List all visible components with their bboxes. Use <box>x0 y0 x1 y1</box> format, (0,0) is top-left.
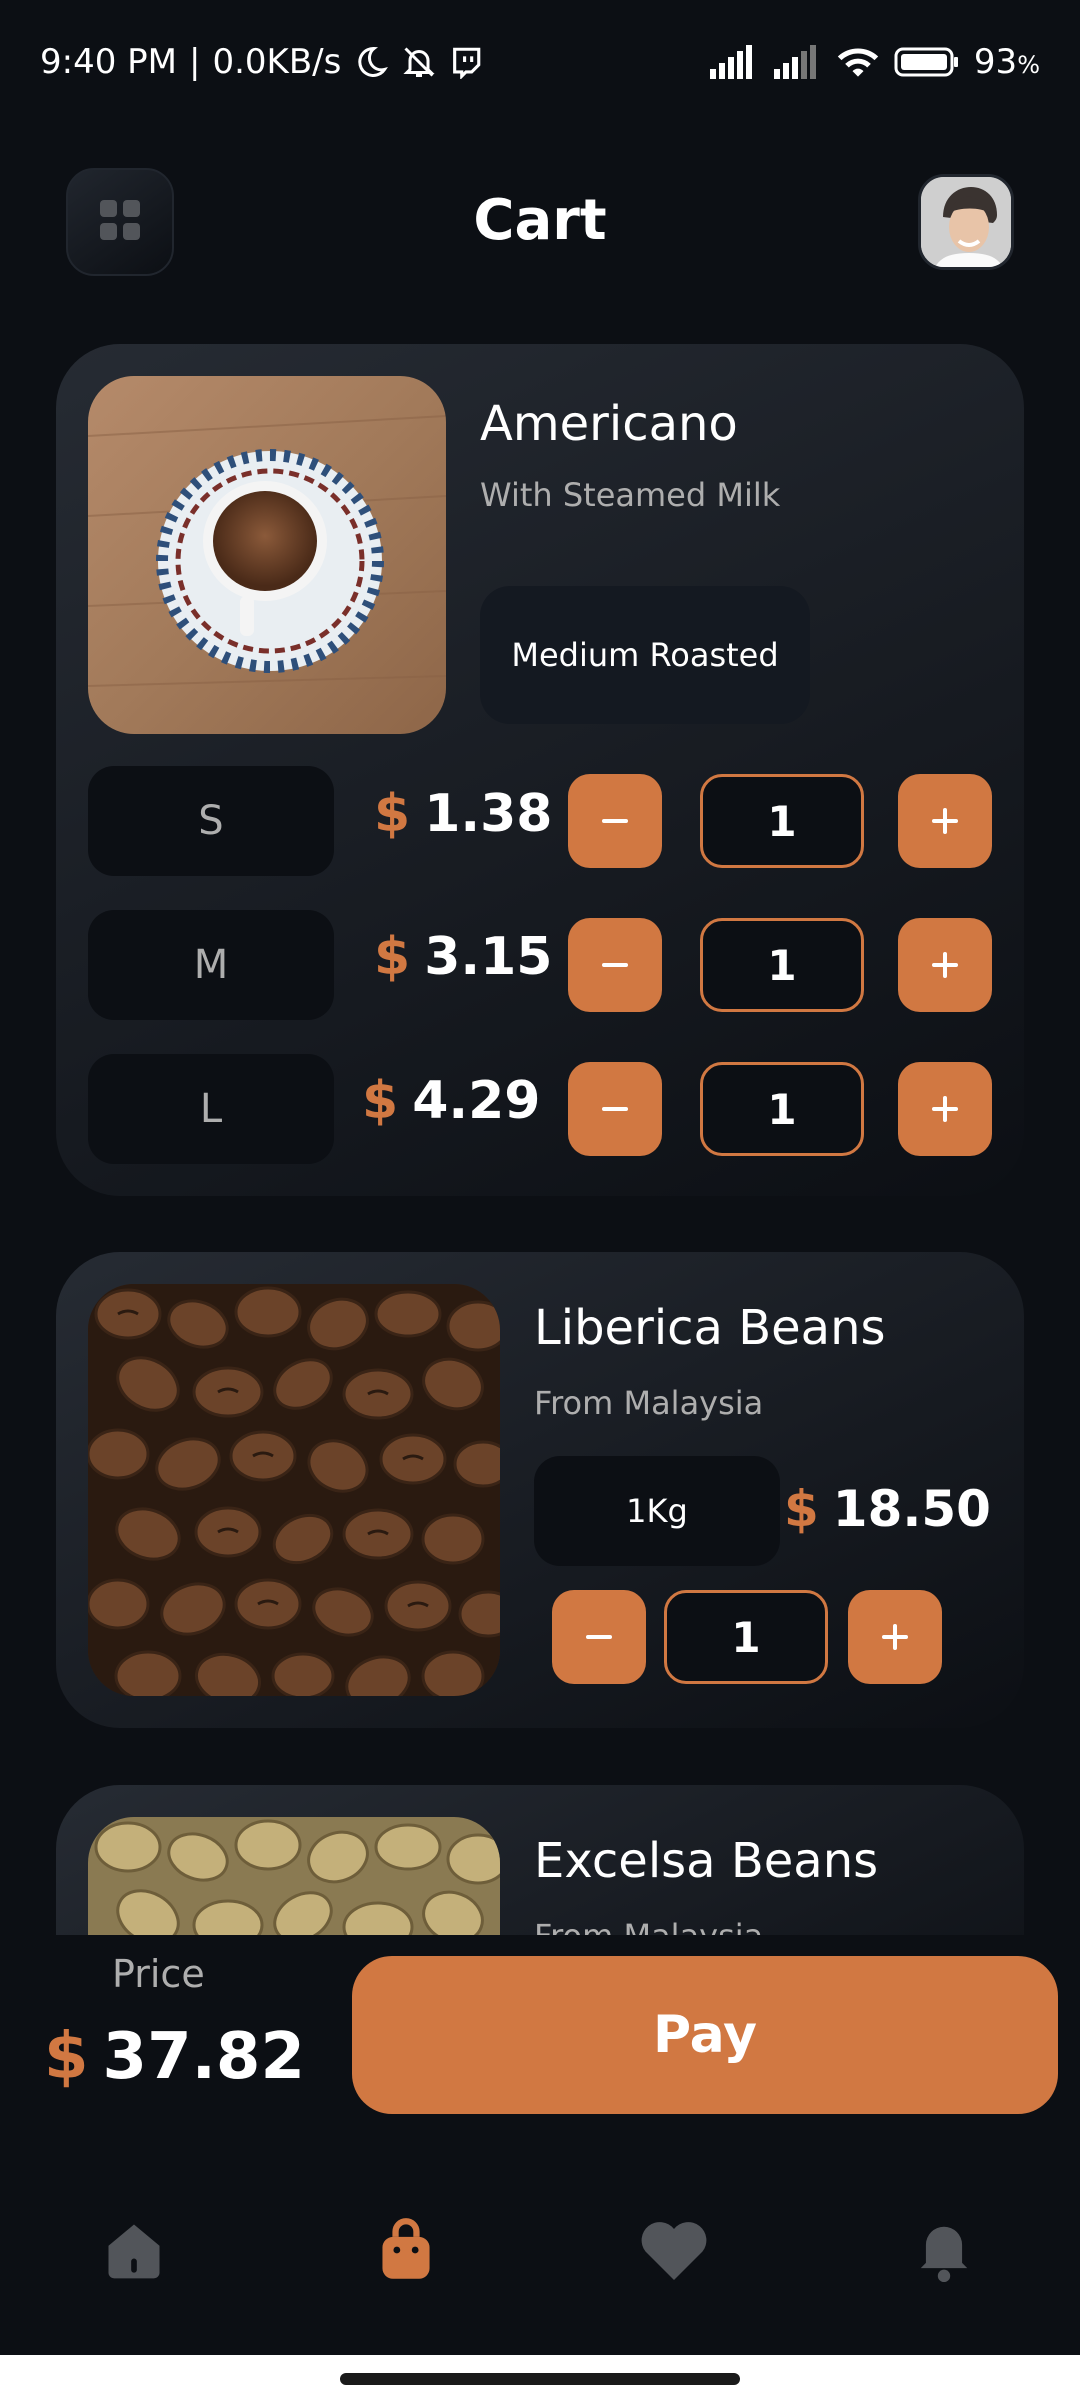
moon-icon <box>353 44 389 80</box>
twitch-icon <box>449 45 483 79</box>
network-speed: 0.0KB/s <box>212 42 342 82</box>
cart-item-card: Americano With Steamed Milk Medium Roast… <box>56 344 1024 1196</box>
price-value: 18.50 <box>832 1480 991 1538</box>
currency-symbol: $ <box>784 1480 819 1538</box>
increment-button[interactable] <box>898 774 992 868</box>
increment-button[interactable] <box>848 1590 942 1684</box>
roast-badge: Medium Roasted <box>480 586 810 724</box>
decrement-button[interactable] <box>568 1062 662 1156</box>
size-price: $1.38 <box>374 784 553 844</box>
price-label: Price <box>112 1952 205 1996</box>
size-box: L <box>88 1054 334 1164</box>
increment-button[interactable] <box>898 918 992 1012</box>
nav-notifications[interactable] <box>904 2210 984 2290</box>
product-image-americano <box>88 376 446 734</box>
plus-icon <box>882 1624 908 1650</box>
status-time: 9:40 PM <box>40 42 177 82</box>
decrement-button[interactable] <box>552 1590 646 1684</box>
quantity-field[interactable]: 1 <box>700 1062 864 1156</box>
home-icon <box>108 2224 160 2279</box>
decrement-button[interactable] <box>568 774 662 868</box>
battery-percent: 93% <box>973 42 1040 82</box>
heart-icon <box>641 2222 707 2280</box>
currency-symbol: $ <box>362 1071 399 1131</box>
bottom-nav <box>0 2180 1080 2320</box>
muted-bell-icon <box>401 44 437 80</box>
price-value: 4.29 <box>412 1071 541 1131</box>
quantity-field[interactable]: 1 <box>700 918 864 1012</box>
pay-button[interactable]: Pay <box>352 1956 1058 2114</box>
status-bar: 9:40 PM | 0.0KB/s 93% <box>0 0 1080 130</box>
currency-symbol: $ <box>44 2020 89 2094</box>
wifi-icon <box>836 45 880 79</box>
size-price: $3.15 <box>374 927 553 987</box>
status-right: 93% <box>708 42 1040 82</box>
product-image-liberica <box>88 1284 500 1696</box>
total-price: $37.82 <box>44 2020 305 2094</box>
nav-favorites[interactable] <box>634 2210 714 2290</box>
plus-icon <box>932 952 958 978</box>
price-value: 3.15 <box>424 927 553 987</box>
item-subtitle: From Malaysia <box>534 1384 764 1422</box>
bell-icon <box>920 2226 968 2283</box>
size-box: S <box>88 766 334 876</box>
bag-icon <box>382 2218 430 2279</box>
quantity-field[interactable]: 1 <box>664 1590 828 1684</box>
item-name: Excelsa Beans <box>534 1833 879 1889</box>
item-name: Liberica Beans <box>534 1300 886 1356</box>
size-box: 1Kg <box>534 1456 780 1566</box>
signal-icon-2 <box>772 45 822 79</box>
item-subtitle: With Steamed Milk <box>480 476 781 514</box>
minus-icon <box>602 819 628 823</box>
decrement-button[interactable] <box>568 918 662 1012</box>
size-box: M <box>88 910 334 1020</box>
nav-cart[interactable] <box>366 2210 446 2290</box>
cart-item-card: Liberica Beans From Malaysia 1Kg $18.50 … <box>56 1252 1024 1728</box>
avatar[interactable] <box>918 174 1014 270</box>
size-price: $18.50 <box>784 1480 991 1538</box>
header: Cart <box>0 160 1080 285</box>
currency-symbol: $ <box>374 784 411 844</box>
minus-icon <box>602 963 628 967</box>
increment-button[interactable] <box>898 1062 992 1156</box>
quantity-field[interactable]: 1 <box>700 774 864 868</box>
size-price: $4.29 <box>362 1071 541 1131</box>
nav-home[interactable] <box>94 2210 174 2290</box>
plus-icon <box>932 1096 958 1122</box>
minus-icon <box>586 1635 612 1639</box>
item-name: Americano <box>480 396 738 452</box>
signal-icon <box>708 45 758 79</box>
minus-icon <box>602 1107 628 1111</box>
currency-symbol: $ <box>374 927 411 987</box>
price-value: 1.38 <box>424 784 553 844</box>
status-separator: | <box>189 42 201 82</box>
battery-icon <box>894 45 960 79</box>
total-value: 37.82 <box>102 2020 305 2094</box>
home-indicator[interactable] <box>340 2373 740 2385</box>
status-left: 9:40 PM | 0.0KB/s <box>40 42 483 82</box>
plus-icon <box>932 808 958 834</box>
